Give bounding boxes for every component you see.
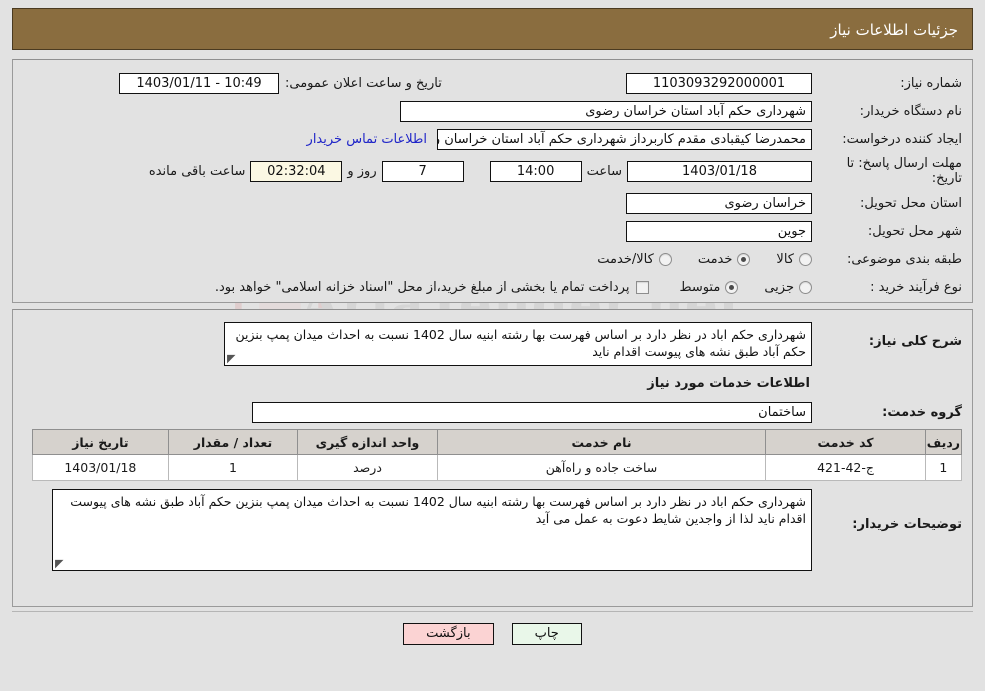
need-number-value: 1103093292000001 [626,72,812,94]
announce-datetime-value: 1403/01/11 - 10:49 [119,72,279,94]
row-need-number: شماره نیاز: 1103093292000001 تاریخ و ساع… [23,72,962,94]
col-header-qty: تعداد / مقدار [167,429,299,455]
buyer-org-value: شهرداری حکم آباد استان خراسان رضوی [400,100,812,122]
treasury-checkbox[interactable] [636,280,650,294]
row-province: استان محل تحویل: خراسان رضوی [23,192,962,214]
row-service-group: گروه خدمت: ساختمان [23,401,962,423]
need-details-panel: شرح کلی نیاز: شهرداری حکم اباد در نظر دا… [12,309,973,607]
category-option-khedmat[interactable]: خدمت [698,252,751,267]
remaining-days-value: 7 [381,160,464,182]
services-table: ردیف کد خدمت نام خدمت واحد اندازه گیری ت… [32,429,963,481]
remaining-time-text: ساعت باقی مانده [148,163,246,179]
footer-divider [12,611,973,612]
city-value: جوین [626,220,812,242]
need-summary-textarea[interactable]: شهرداری حکم اباد در نظر دارد بر اساس فهر… [224,322,812,366]
footer-actions: چاپ بازگشت [12,623,973,645]
service-group-value: ساختمان [252,401,812,423]
general-info-panel: شماره نیاز: 1103093292000001 تاریخ و ساع… [12,59,973,303]
cell-qty: 1 [167,454,299,481]
resize-grip-icon[interactable]: ◥ [227,352,237,365]
radio-icon[interactable] [658,252,672,266]
announce-datetime-label: تاریخ و ساعت اعلان عمومی: [285,75,442,91]
row-buyer-org: نام دستگاه خریدار: شهرداری حکم آباد استا… [23,100,962,122]
page-root: جزئیات اطلاعات نیاز شماره نیاز: 11030932… [0,0,985,645]
cell-name: ساخت جاده و راه‌آهن [436,454,767,481]
category-option-kala[interactable]: کالا [776,252,812,267]
process-radio-group: جزیی متوسط [653,280,812,295]
col-header-date: تاریخ نیاز [32,429,169,455]
row-buyer-notes: توضیحات خریدار: شهرداری حکم اباد در نظر … [23,489,962,571]
service-group-label: گروه خدمت: [882,404,962,420]
buyer-org-label: نام دستگاه خریدار: [859,103,962,119]
row-deadline: مهلت ارسال پاسخ: تا تاریخ: 1403/01/18 سا… [23,156,962,186]
creator-value: محمدرضا کیقبادی مقدم کاربرداز شهرداری حک… [437,128,812,150]
radio-icon[interactable] [799,280,812,294]
buyer-notes-textarea[interactable]: شهرداری حکم اباد در نظر دارد بر اساس فهر… [52,489,812,571]
city-label: شهر محل تحویل: [867,223,962,239]
row-city: شهر محل تحویل: جوین [23,220,962,242]
hour-label: ساعت [586,163,622,179]
remaining-days-text: روز و [347,163,377,179]
deadline-hour-value: 14:00 [489,160,582,182]
col-header-code: کد خدمت [765,429,926,455]
process-option-motavasset[interactable]: متوسط [679,279,739,295]
need-summary-label: شرح کلی نیاز: [868,334,962,349]
col-header-unit: واحد اندازه گیری [297,429,438,455]
radio-icon[interactable] [799,252,812,266]
print-button[interactable]: چاپ [511,623,582,645]
buyer-notes-value: شهرداری حکم اباد در نظر دارد بر اساس فهر… [70,494,806,526]
cell-radif: 1 [924,454,963,481]
process-label: نوع فرآیند خرید : [870,279,962,295]
category-option-label: کالا/خدمت [597,251,654,267]
radio-icon-selected[interactable] [737,252,751,266]
row-process: نوع فرآیند خرید : جزیی متوسط پرداخت تمام… [23,276,962,298]
resize-grip-icon[interactable]: ◥ [55,557,65,570]
process-option-label: جزیی [764,279,794,295]
table-row: 1 ج-42-421 ساخت جاده و راه‌آهن درصد 1 14… [32,454,963,481]
row-category: طبقه بندی موضوعی: کالا خدمت کالا/خدمت [23,248,962,270]
row-creator: ایجاد کننده درخواست: محمدرضا کیقبادی مقد… [23,128,962,150]
category-radio-group: کالا خدمت کالا/خدمت [571,252,812,267]
row-need-summary: شرح کلی نیاز: شهرداری حکم اباد در نظر دا… [23,322,962,366]
province-label: استان محل تحویل: [860,195,962,211]
buyer-notes-label: توضیحات خریدار: [852,517,962,532]
deadline-label: مهلت ارسال پاسخ: تا تاریخ: [846,156,962,186]
back-button[interactable]: بازگشت [403,623,494,645]
cell-unit: درصد [297,454,438,481]
category-label: طبقه بندی موضوعی: [846,251,962,267]
need-summary-value: شهرداری حکم اباد در نظر دارد بر اساس فهر… [235,327,807,359]
cell-date: 1403/01/18 [32,454,169,481]
process-option-label: متوسط [679,279,721,295]
cell-code: ج-42-421 [765,454,926,481]
category-option-label: کالا [776,251,794,267]
buyer-contact-link[interactable]: اطلاعات تماس خریدار [307,132,427,147]
category-option-label: خدمت [697,251,733,267]
table-header-row: ردیف کد خدمت نام خدمت واحد اندازه گیری ت… [32,429,963,455]
col-header-name: نام خدمت [436,429,767,455]
creator-label: ایجاد کننده درخواست: [842,131,962,147]
remaining-time-value: 02:32:04 [250,160,343,182]
treasury-note-text: پرداخت تمام یا بخشی از مبلغ خرید،از محل … [214,279,630,295]
category-option-kala-khedmat[interactable]: کالا/خدمت [597,252,672,267]
need-number-label: شماره نیاز: [900,75,962,91]
process-option-jozei[interactable]: جزیی [764,280,812,295]
radio-icon-selected[interactable] [725,280,739,294]
page-title: جزئیات اطلاعات نیاز [12,8,973,50]
services-section-heading: اطلاعات خدمات مورد نیاز [647,376,810,391]
deadline-date-value: 1403/01/18 [627,160,812,182]
province-value: خراسان رضوی [626,192,812,214]
col-header-radif: ردیف [924,429,963,455]
